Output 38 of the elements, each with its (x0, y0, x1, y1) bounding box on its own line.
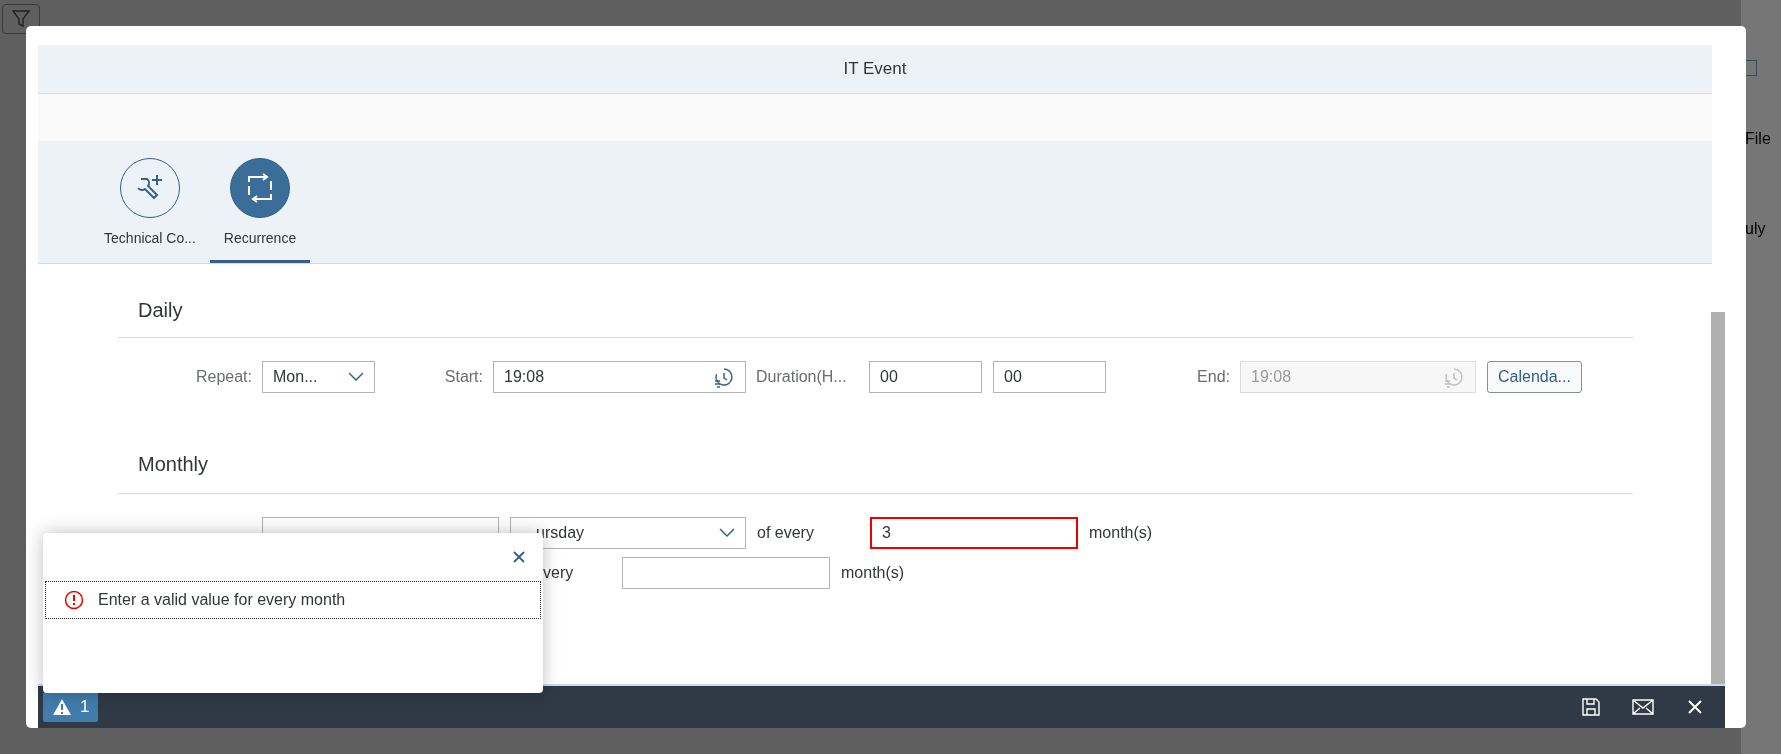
field-label: month(s) (840, 564, 906, 582)
background-text: uly (1745, 220, 1766, 238)
hours-field[interactable]: 00 (869, 361, 982, 393)
field-label: very (542, 564, 575, 582)
field-label: Start: (443, 368, 484, 386)
clock-icon (713, 366, 735, 388)
start-time-field[interactable]: 19:08 (493, 361, 746, 393)
save-icon (1582, 698, 1600, 716)
scrollbar[interactable] (1711, 312, 1725, 684)
chevron-down-icon (348, 372, 364, 382)
error-message: Enter a valid value for every month (98, 591, 346, 609)
field-label: of every (756, 524, 815, 542)
month-interval-field[interactable] (622, 557, 830, 589)
calendar-button[interactable]: Calenda... (1487, 361, 1582, 393)
repeat-dropdown[interactable]: Mon... (262, 361, 375, 393)
recurrence-icon (245, 173, 275, 203)
minutes-field[interactable]: 00 (993, 361, 1106, 393)
filter-icon (12, 10, 30, 28)
warning-icon (52, 698, 72, 716)
field-label: month(s) (1088, 524, 1154, 542)
error-icon (64, 590, 84, 610)
message-item[interactable]: Enter a valid value for every month (45, 581, 541, 619)
warning-button[interactable]: 1 (43, 692, 99, 722)
month-interval-field[interactable]: 3 (870, 517, 1078, 549)
icon-tab[interactable]: Recurrence (210, 141, 310, 263)
chevron-down-icon (719, 528, 735, 538)
field-label: Repeat: (194, 368, 253, 386)
field-label: End: (1196, 368, 1231, 386)
close-icon (1687, 699, 1703, 715)
envelope-icon (1632, 699, 1654, 715)
clock-icon (1443, 366, 1465, 388)
dialog-title: IT Event (843, 59, 907, 79)
icon-tab[interactable]: Technical Co... (100, 141, 200, 263)
field-label: Duration(H... (755, 368, 848, 386)
section-title: Monthly (138, 453, 209, 475)
background-text: File (1745, 130, 1771, 148)
section-title: Daily (138, 299, 183, 321)
close-icon (513, 551, 525, 563)
